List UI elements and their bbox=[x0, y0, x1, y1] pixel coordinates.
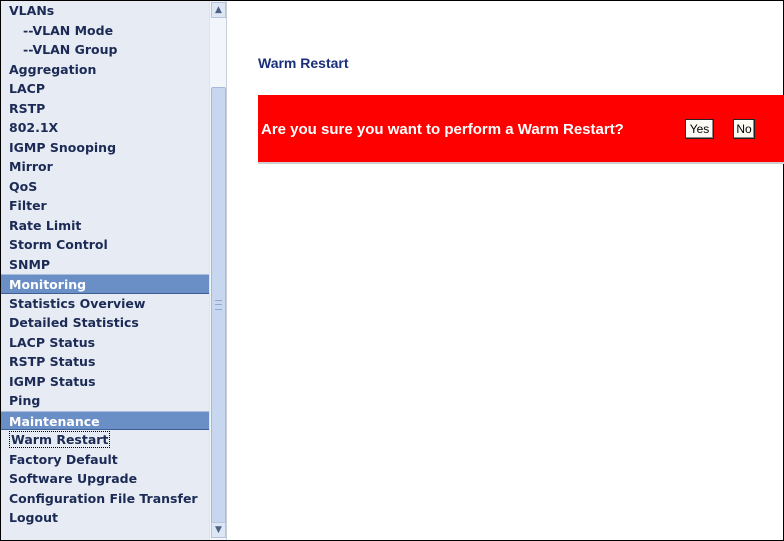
sidebar-item-label: --VLAN Mode bbox=[23, 22, 114, 38]
sidebar-item-label: Statistics Overview bbox=[9, 295, 146, 311]
scroll-down-icon[interactable]: ▼ bbox=[211, 522, 226, 538]
sidebar-item-logout[interactable]: Logout bbox=[1, 508, 209, 528]
sidebar-item-mirror[interactable]: Mirror bbox=[1, 157, 209, 177]
sidebar-item-snmp[interactable]: SNMP bbox=[1, 255, 209, 275]
sidebar-item-label: LACP bbox=[9, 81, 45, 96]
sidebar-item-lacp[interactable]: LACP bbox=[1, 79, 209, 99]
sidebar-item-warm-restart[interactable]: Warm Restart bbox=[1, 430, 209, 450]
sidebar-item-label: Storm Control bbox=[9, 237, 108, 252]
sidebar-item-rstp[interactable]: RSTP bbox=[1, 99, 209, 119]
sidebar-item-label: VLANs bbox=[9, 3, 55, 18]
confirm-panel: Are you sure you want to perform a Warm … bbox=[258, 95, 784, 164]
yes-button[interactable]: Yes bbox=[685, 119, 714, 139]
sidebar-item-label: Ping bbox=[9, 393, 41, 408]
sidebar: VLANs --VLAN Mode --VLAN Group Aggregation L… bbox=[1, 1, 227, 540]
sidebar-item-label: QoS bbox=[9, 178, 38, 194]
sidebar-item-configuration-file-transfer[interactable]: Configuration File Transfer bbox=[1, 489, 209, 509]
scrollbar-grip-icon bbox=[215, 300, 222, 310]
sidebar-item-rate-limit[interactable]: Rate Limit bbox=[1, 216, 209, 236]
no-button[interactable]: No bbox=[733, 119, 755, 139]
sidebar-item-qos[interactable]: QoS bbox=[1, 177, 209, 197]
sidebar-item-label: 802.1X bbox=[9, 120, 59, 135]
sidebar-section-maintenance: Maintenance bbox=[1, 410, 209, 430]
sidebar-item-label: Warm Restart bbox=[9, 431, 111, 448]
sidebar-item-igmp-snooping[interactable]: IGMP Snooping bbox=[1, 138, 209, 158]
sidebar-item-label: Filter bbox=[9, 198, 47, 213]
sidebar-item-igmp-status[interactable]: IGMP Status bbox=[1, 372, 209, 392]
sidebar-item-label: Software Upgrade bbox=[9, 471, 138, 486]
sidebar-item-lacp-status[interactable]: LACP Status bbox=[1, 333, 209, 353]
sidebar-item-factory-default[interactable]: Factory Default bbox=[1, 450, 209, 470]
sidebar-item-label: IGMP Status bbox=[9, 373, 96, 389]
sidebar-item-rstp-status[interactable]: RSTP Status bbox=[1, 352, 209, 372]
sidebar-item-detailed-statistics[interactable]: Detailed Statistics bbox=[1, 313, 209, 333]
sidebar-item-label: IGMP Snooping bbox=[9, 139, 117, 155]
sidebar-item-label: --VLAN Group bbox=[23, 42, 118, 57]
sidebar-item-label: Maintenance bbox=[9, 413, 100, 429]
sidebar-item-label: Mirror bbox=[9, 159, 53, 174]
main-content: Warm Restart Are you sure you want to pe… bbox=[227, 1, 784, 540]
sidebar-item-aggregation[interactable]: Aggregation bbox=[1, 60, 209, 80]
sidebar-item-statistics-overview[interactable]: Statistics Overview bbox=[1, 294, 209, 314]
sidebar-item-label: Aggregation bbox=[9, 61, 97, 77]
sidebar-item-label: Factory Default bbox=[9, 451, 118, 467]
scroll-up-icon[interactable]: ▲ bbox=[211, 2, 226, 18]
confirm-message: Are you sure you want to perform a Warm … bbox=[261, 121, 624, 138]
sidebar-scrollbar[interactable]: ▲ ▼ bbox=[209, 1, 226, 540]
sidebar-item-label: SNMP bbox=[9, 256, 51, 272]
sidebar-item-802-1x[interactable]: 802.1X bbox=[1, 118, 209, 138]
sidebar-item-filter[interactable]: Filter bbox=[1, 196, 209, 216]
sidebar-item-software-upgrade[interactable]: Software Upgrade bbox=[1, 469, 209, 489]
sidebar-item-ping[interactable]: Ping bbox=[1, 391, 209, 411]
page-title: Warm Restart bbox=[258, 55, 349, 71]
sidebar-item-label: RSTP Status bbox=[9, 354, 96, 369]
sidebar-item-storm-control[interactable]: Storm Control bbox=[1, 235, 209, 255]
sidebar-item-label: Rate Limit bbox=[9, 217, 82, 233]
sidebar-item-vlan-group[interactable]: --VLAN Group bbox=[1, 40, 209, 60]
sidebar-item-label: RSTP bbox=[9, 100, 46, 116]
sidebar-item-label: Detailed Statistics bbox=[9, 315, 139, 330]
scrollbar-thumb[interactable] bbox=[211, 87, 226, 525]
sidebar-item-label: LACP Status bbox=[9, 334, 96, 350]
sidebar-item-label: Monitoring bbox=[9, 277, 87, 292]
sidebar-item-label: Configuration File Transfer bbox=[9, 490, 198, 506]
sidebar-item-vlan-mode[interactable]: --VLAN Mode bbox=[1, 21, 209, 41]
sidebar-section-monitoring: Monitoring bbox=[1, 274, 209, 294]
sidebar-item-vlans[interactable]: VLANs bbox=[1, 1, 209, 21]
sidebar-menu: VLANs --VLAN Mode --VLAN Group Aggregation L… bbox=[1, 1, 209, 528]
sidebar-item-label: Logout bbox=[9, 510, 58, 525]
